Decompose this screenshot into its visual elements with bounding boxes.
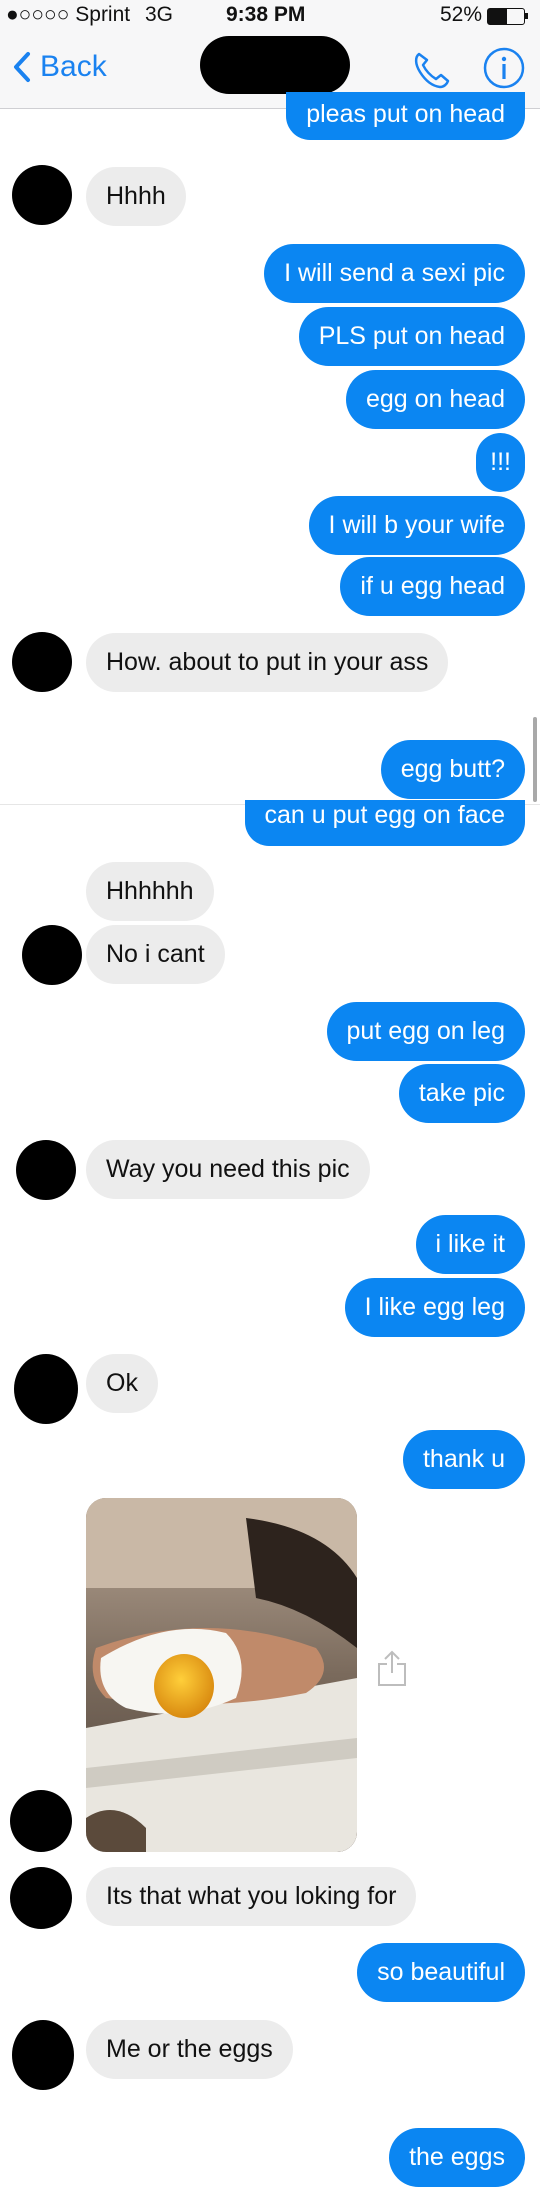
message-incoming: Hhhhhh	[86, 862, 214, 921]
egg-on-finger-photo	[86, 1498, 357, 1852]
phone-icon[interactable]	[410, 48, 454, 92]
back-button[interactable]: Back	[12, 50, 107, 84]
message-outgoing: i like it	[415, 1215, 525, 1274]
message-incoming: Me or the eggs	[86, 2020, 293, 2079]
message-outgoing: I will send a sexi pic	[264, 244, 525, 303]
message-outgoing: I like egg leg	[344, 1278, 525, 1337]
message-incoming: Its that what you loking for	[86, 1867, 417, 1926]
back-label: Back	[40, 50, 107, 83]
contact-avatar[interactable]	[10, 1867, 72, 1929]
contact-avatar[interactable]	[16, 1140, 76, 1200]
message-outgoing: egg on head	[345, 370, 525, 429]
contact-avatar[interactable]	[12, 632, 72, 692]
contact-avatar[interactable]	[12, 165, 72, 225]
message-outgoing: if u egg head	[340, 557, 525, 616]
message-outgoing: take pic	[398, 1064, 525, 1123]
status-bar: ●○○○○ Sprint 3G 9:38 PM 52%	[0, 0, 540, 30]
message-outgoing: the eggs	[389, 2128, 525, 2187]
battery-icon	[487, 8, 525, 25]
network-label: 3G	[145, 3, 174, 26]
message-outgoing: PLS put on head	[298, 307, 525, 366]
message-incoming: Ok	[86, 1354, 158, 1413]
carrier-label: ●○○○○ Sprint	[6, 3, 131, 26]
message-incoming: No i cant	[86, 925, 225, 984]
chevron-left-icon	[14, 52, 30, 82]
message-outgoing: egg butt?	[380, 740, 525, 799]
contact-name-redacted	[200, 36, 350, 94]
message-outgoing: I will b your wife	[308, 496, 525, 555]
contact-avatar[interactable]	[10, 1790, 72, 1852]
message-outgoing: put egg on leg	[326, 1002, 525, 1061]
contact-avatar[interactable]	[12, 2020, 74, 2090]
message-outgoing: so beautiful	[357, 1943, 525, 2002]
message-outgoing: pleas put on head	[286, 92, 525, 140]
info-icon[interactable]	[482, 46, 526, 90]
scrollbar[interactable]	[533, 717, 537, 802]
message-outgoing: can u put egg on face	[244, 800, 525, 846]
message-outgoing: !!!	[476, 433, 525, 492]
contact-avatar[interactable]	[22, 925, 82, 985]
clock: 9:38 PM	[226, 3, 306, 26]
photo-attachment[interactable]	[86, 1498, 357, 1852]
share-icon[interactable]	[376, 1648, 408, 1688]
message-incoming: Hhhh	[86, 167, 186, 226]
contact-avatar[interactable]	[14, 1354, 78, 1424]
message-outgoing: thank u	[402, 1430, 525, 1489]
battery-percent: 52%	[440, 3, 483, 26]
message-incoming: How. about to put in your ass	[86, 633, 449, 692]
message-incoming: Way you need this pic	[86, 1140, 370, 1199]
